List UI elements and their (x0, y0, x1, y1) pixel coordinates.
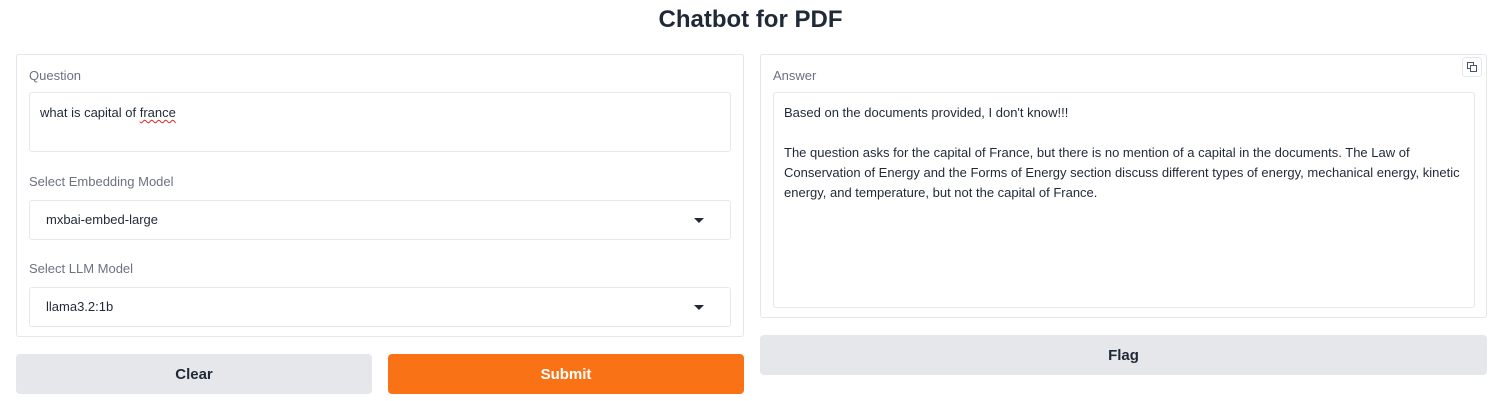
embedding-model-label: Select Embedding Model (29, 174, 174, 189)
copy-button[interactable] (1462, 57, 1482, 77)
input-panel: Question what is capital of france Selec… (16, 54, 744, 337)
chevron-down-icon (694, 218, 704, 223)
clear-button[interactable]: Clear (16, 354, 372, 394)
flag-button[interactable]: Flag (760, 335, 1487, 375)
answer-label: Answer (773, 68, 817, 83)
chevron-down-icon (694, 305, 704, 310)
llm-model-dropdown[interactable]: llama3.2:1b (29, 287, 731, 327)
question-text: what is capital of (40, 105, 140, 120)
llm-model-label: Select LLM Model (29, 261, 134, 276)
misspelled-word: france (139, 105, 176, 120)
question-input[interactable]: what is capital of france (29, 92, 731, 152)
page-title: Chatbot for PDF (658, 6, 843, 33)
output-panel: Answer Based on the documents provided, … (760, 54, 1487, 318)
embedding-model-dropdown[interactable]: mxbai-embed-large (29, 200, 731, 240)
answer-output: Based on the documents provided, I don't… (773, 92, 1475, 308)
copy-icon (1467, 62, 1477, 72)
embedding-model-value: mxbai-embed-large (46, 212, 158, 227)
question-label: Question (29, 68, 82, 83)
submit-button[interactable]: Submit (388, 354, 744, 394)
llm-model-value: llama3.2:1b (46, 299, 114, 314)
